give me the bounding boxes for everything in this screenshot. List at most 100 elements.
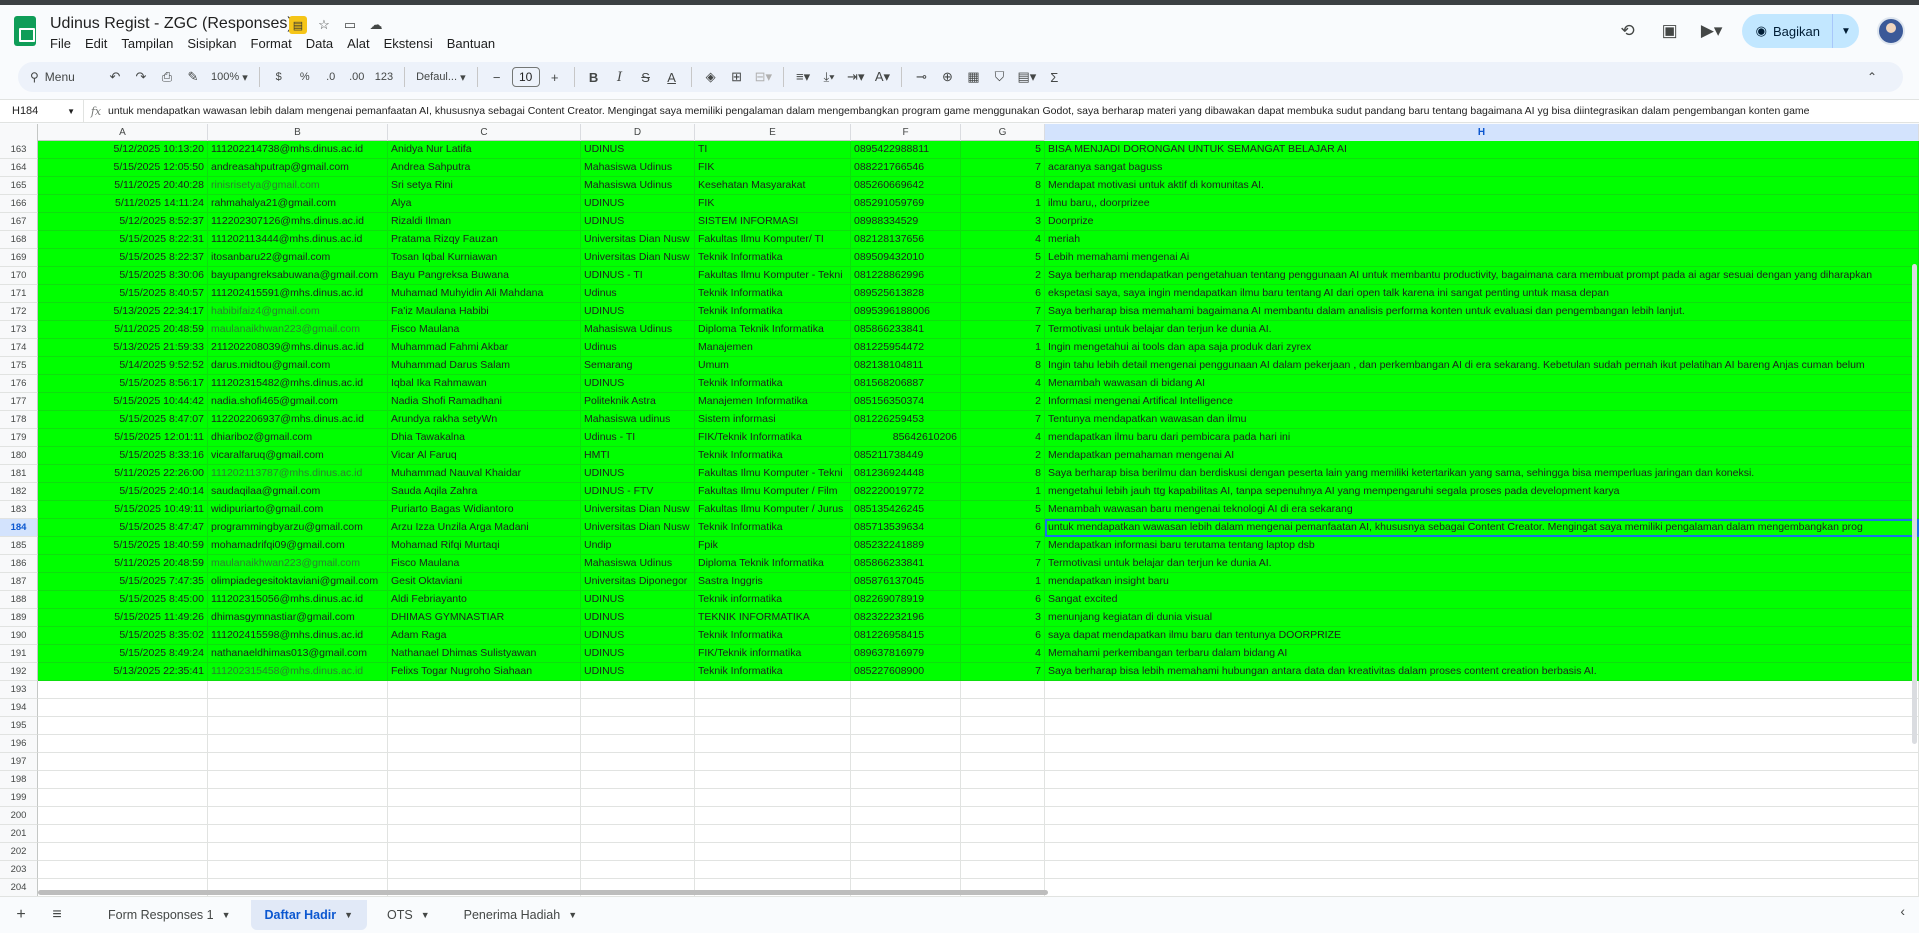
cell-e[interactable]: FIK/Teknik informatika [695,645,851,663]
cell-b[interactable]: habibifaiz4@gmail.com [208,303,388,321]
cell-h[interactable]: Saya berharap bisa berilmu dan berdiskus… [1045,465,1919,483]
row-header[interactable]: 165 [0,177,38,195]
chevron-down-icon[interactable]: ▼ [344,910,353,920]
cell-b[interactable]: nadia.shofi465@gmail.com [208,393,388,411]
row-header[interactable]: 184 [0,519,38,537]
cell-a[interactable]: 5/13/2025 21:59:33 [38,339,208,357]
column-header-g[interactable]: G [961,124,1045,141]
cell-f[interactable] [851,699,961,717]
cell-h[interactable]: Mendapatkan pemahaman mengenai AI [1045,447,1919,465]
cell-c[interactable] [388,717,581,735]
cell-g[interactable]: 6 [961,627,1045,645]
cell-d[interactable]: Mahasiswa Udinus [581,555,695,573]
cell-g[interactable] [961,861,1045,879]
cell-g[interactable]: 5 [961,249,1045,267]
insert-comment-icon[interactable]: ⊕ [936,65,958,89]
column-header-b[interactable]: B [208,124,388,141]
cell-f[interactable]: 085866233841 [851,321,961,339]
cell-a[interactable]: 5/15/2025 12:01:11 [38,429,208,447]
filter-views-icon[interactable]: ▤▾ [1014,65,1039,89]
row-header[interactable]: 203 [0,861,38,879]
cell-a[interactable]: 5/15/2025 8:47:07 [38,411,208,429]
cell-d[interactable]: Udinus - TI [581,429,695,447]
cell-h[interactable]: Mendapatkan informasi baru terutama tent… [1045,537,1919,555]
cell-h[interactable]: Saya berharap bisa lebih memahami hubung… [1045,663,1919,681]
cell-g[interactable]: 5 [961,501,1045,519]
cloud-status-icon[interactable]: ☁ [367,16,385,34]
cell-g[interactable]: 6 [961,519,1045,537]
cell-e[interactable]: Manajemen Informatika [695,393,851,411]
horizontal-scrollbar[interactable] [38,890,1048,895]
cell-c[interactable] [388,789,581,807]
row-header[interactable]: 189 [0,609,38,627]
functions-icon[interactable]: Σ [1043,65,1065,89]
menu-item-alat[interactable]: Alat [347,36,369,51]
row-header[interactable]: 185 [0,537,38,555]
cell-f[interactable]: 089509432010 [851,249,961,267]
cell-e[interactable]: Fakultas Ilmu Komputer / Jurus [695,501,851,519]
cell-h[interactable]: Memahami perkembangan terbaru dalam bida… [1045,645,1919,663]
cell-d[interactable] [581,843,695,861]
cell-c[interactable]: Arundya rakha setyWn [388,411,581,429]
chevron-down-icon[interactable]: ▼ [421,910,430,920]
cell-e[interactable]: FIK [695,195,851,213]
cell-g[interactable]: 4 [961,645,1045,663]
cell-f[interactable]: 08988334529 [851,213,961,231]
cell-d[interactable]: Mahasiswa Udinus [581,159,695,177]
cell-f[interactable] [851,789,961,807]
cell-b[interactable]: dhiariboz@gmail.com [208,429,388,447]
cell-f[interactable]: 085135426245 [851,501,961,519]
cell-a[interactable]: 5/15/2025 8:35:02 [38,627,208,645]
cell-c[interactable] [388,807,581,825]
cell-e[interactable]: Teknik Informatika [695,627,851,645]
cell-c[interactable]: Muhammad Fahmi Akbar [388,339,581,357]
cell-b[interactable]: widipuriarto@gmail.com [208,501,388,519]
cell-d[interactable]: Semarang [581,357,695,375]
cell-g[interactable]: 4 [961,375,1045,393]
cell-e[interactable]: Diploma Teknik Informatika [695,555,851,573]
cell-c[interactable]: Fisco Maulana [388,555,581,573]
row-header[interactable]: 196 [0,735,38,753]
cell-c[interactable] [388,735,581,753]
cell-b[interactable]: 111202315482@mhs.dinus.ac.id [208,375,388,393]
cell-h[interactable]: ekspetasi saya, saya ingin mendapatkan i… [1045,285,1919,303]
cell-g[interactable] [961,843,1045,861]
cell-f[interactable] [851,861,961,879]
cell-d[interactable]: Universitas Dian Nusw [581,249,695,267]
cell-f[interactable]: 085866233841 [851,555,961,573]
cell-d[interactable] [581,753,695,771]
cell-b[interactable]: vicaralfaruq@gmail.com [208,447,388,465]
cell-a[interactable]: 5/11/2025 20:48:59 [38,555,208,573]
cell-e[interactable]: Fakultas Ilmu Komputer/ TI [695,231,851,249]
cell-d[interactable]: Undip [581,537,695,555]
cell-g[interactable] [961,717,1045,735]
cell-a[interactable] [38,807,208,825]
cell-c[interactable]: Anidya Nur Latifa [388,141,581,159]
cell-f[interactable]: 082128137656 [851,231,961,249]
cell-a[interactable]: 5/11/2025 20:48:59 [38,321,208,339]
cell-h[interactable]: Termotivasi untuk belajar dan terjun ke … [1045,321,1919,339]
cell-f[interactable]: 0895396188006 [851,303,961,321]
cell-g[interactable]: 7 [961,537,1045,555]
cell-a[interactable]: 5/13/2025 22:35:41 [38,663,208,681]
fill-color-icon[interactable]: ◈ [700,65,722,89]
menu-item-format[interactable]: Format [251,36,292,51]
cell-a[interactable]: 5/12/2025 8:52:37 [38,213,208,231]
cell-h[interactable]: Ingin mengetahui ai tools dan apa saja p… [1045,339,1919,357]
cell-e[interactable] [695,843,851,861]
cell-h[interactable] [1045,789,1919,807]
cell-c[interactable]: Nadia Shofi Ramadhani [388,393,581,411]
cell-c[interactable]: Aldi Febriayanto [388,591,581,609]
sheet-tab-penerima-hadiah[interactable]: Penerima Hadiah ▼ [450,900,592,930]
row-header[interactable]: 171 [0,285,38,303]
filter-icon[interactable]: ⛉ [988,65,1010,89]
cell-f[interactable]: 0895422988811 [851,141,961,159]
cell-f[interactable] [851,825,961,843]
cell-f[interactable] [851,771,961,789]
cell-e[interactable]: Manajemen [695,339,851,357]
font-select[interactable]: Defaul... ▾ [413,65,469,89]
cell-d[interactable]: UDINUS [581,195,695,213]
column-header-a[interactable]: A [38,124,208,141]
font-size-increase-icon[interactable]: + [544,65,566,89]
select-all-corner[interactable] [0,124,38,141]
